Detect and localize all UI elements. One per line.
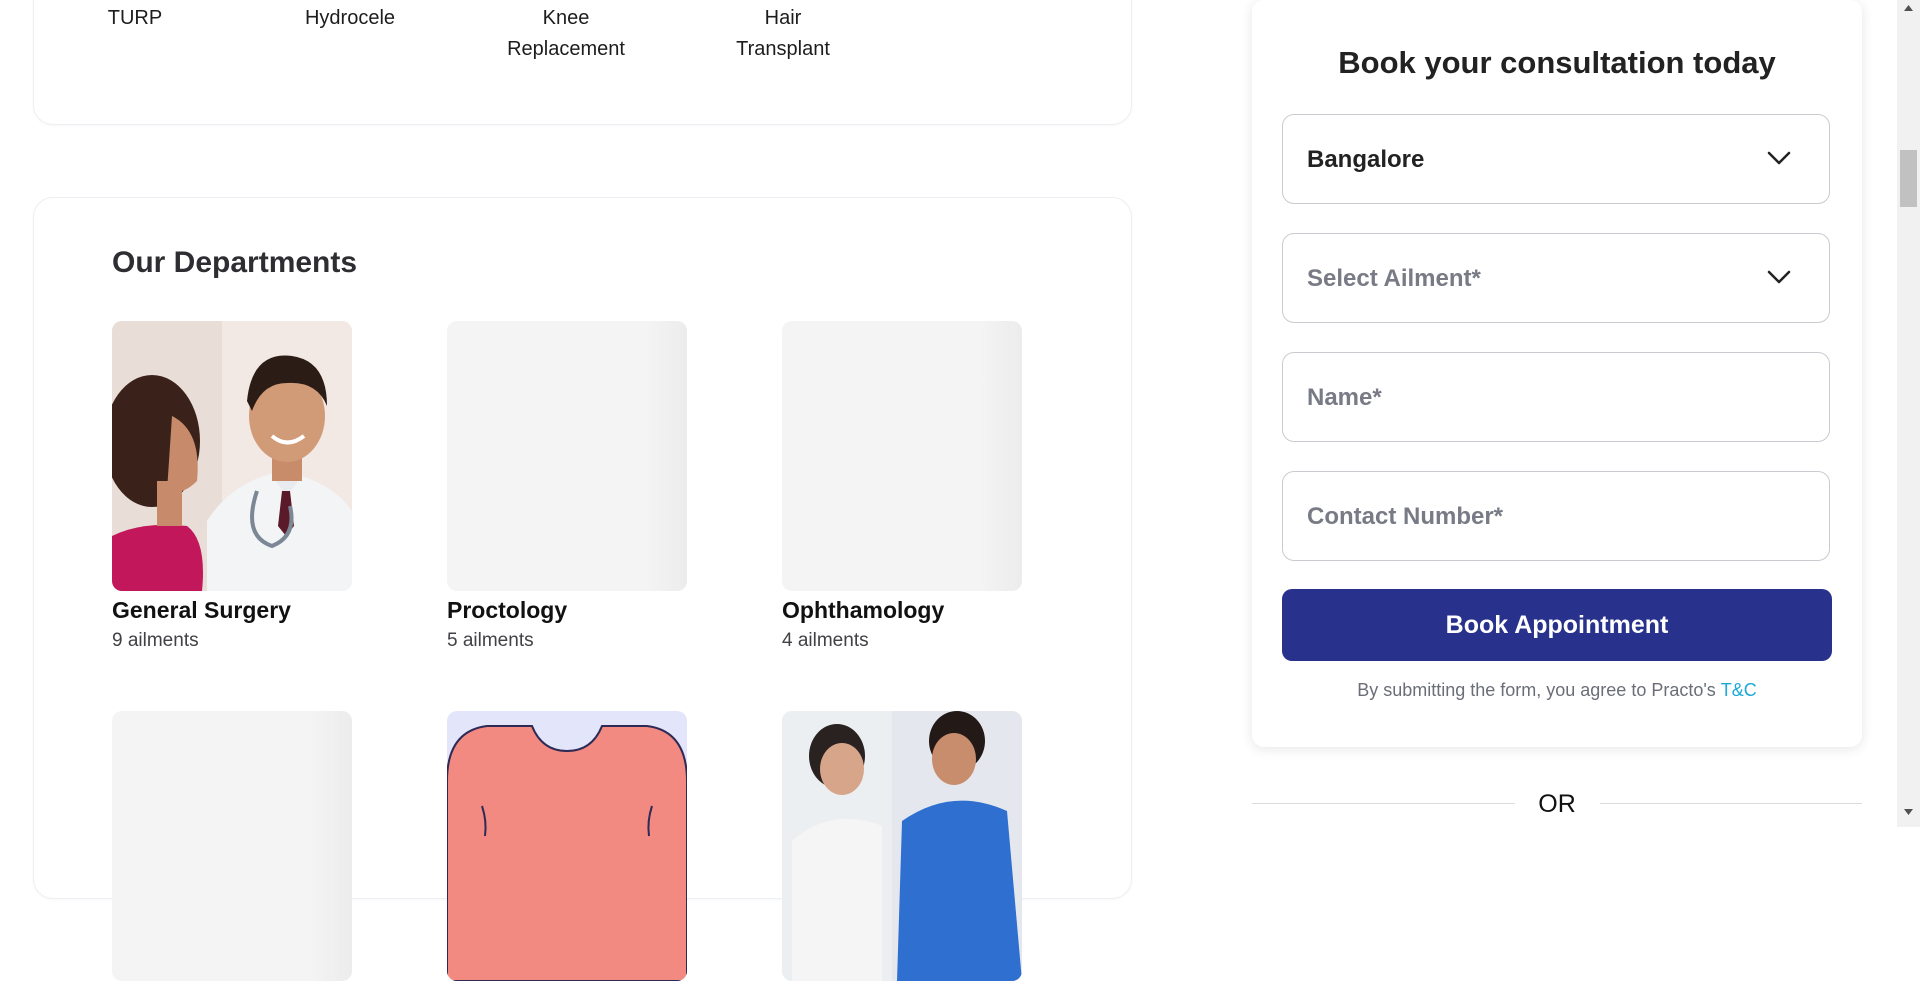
city-select[interactable]: Bangalore [1282,114,1830,204]
scrollbar-thumb[interactable] [1900,150,1917,207]
ailment-hair-transplant[interactable]: Hair Transplant [703,3,863,65]
booking-form-title: Book your consultation today [1338,45,1776,80]
divider-line-right [1600,803,1862,804]
scroll-down-arrow-icon[interactable] [1903,808,1914,816]
name-input[interactable]: Name* [1282,352,1830,442]
department-ailment-count: 9 ailments [112,630,199,651]
contact-number-placeholder: Contact Number* [1307,503,1504,530]
departments-card: Our Departments General Surgery 9 ailmen… [33,197,1132,981]
department-name: Ophthamology [782,597,945,623]
department-proctology[interactable]: Proctology 5 ailments [447,321,687,652]
ailment-knee-replacement[interactable]: Knee Replacement [486,3,646,65]
department-image-placeholder [112,711,352,981]
department-general-surgery[interactable]: General Surgery 9 ailments [112,321,352,652]
terms-notice: By submitting the form, you agree to Pra… [1252,680,1862,701]
department-image-placeholder [447,321,687,591]
ailment-turp[interactable]: TURP [55,3,215,34]
section-title: Our Departments [112,246,358,279]
terms-text: By submitting the form, you agree to Pra… [1357,680,1716,700]
ailment-hydrocele[interactable]: Hydrocele [270,3,430,34]
patients-illustration [782,711,1022,981]
department-name: General Surgery [112,597,291,623]
booking-form-card: Book your consultation today Bangalore S… [1252,0,1862,747]
department-card-row2-3[interactable] [782,711,1022,981]
or-label: OR [1538,790,1576,818]
contact-number-input[interactable]: Contact Number* [1282,471,1830,561]
page-scrollbar[interactable] [1897,0,1920,827]
ailment-select-placeholder: Select Ailment* [1307,265,1481,292]
or-divider: OR [1252,790,1862,818]
city-select-value: Bangalore [1307,146,1425,173]
department-image [112,321,352,591]
chevron-down-icon [1767,270,1791,284]
popular-ailments-card: TURP Hydrocele Knee Replacement Hair Tra… [33,0,1132,125]
department-image [782,711,1022,981]
department-card-row2-2[interactable] [447,711,687,981]
scroll-up-arrow-icon[interactable] [1903,4,1914,12]
department-image [447,711,687,981]
department-image-placeholder [782,321,1022,591]
doctor-patient-illustration [112,321,352,591]
department-card-row2-1[interactable] [112,711,352,981]
department-ailment-count: 5 ailments [447,630,534,651]
chevron-down-icon [1767,151,1791,165]
back-illustration [447,711,687,981]
department-name: Proctology [447,597,568,623]
department-ailment-count: 4 ailments [782,630,869,651]
terms-link[interactable]: T&C [1721,680,1757,700]
name-input-placeholder: Name* [1307,384,1382,411]
department-ophthamology[interactable]: Ophthamology 4 ailments [782,321,1022,652]
book-appointment-button[interactable]: Book Appointment [1282,589,1832,661]
ailment-select[interactable]: Select Ailment* [1282,233,1830,323]
